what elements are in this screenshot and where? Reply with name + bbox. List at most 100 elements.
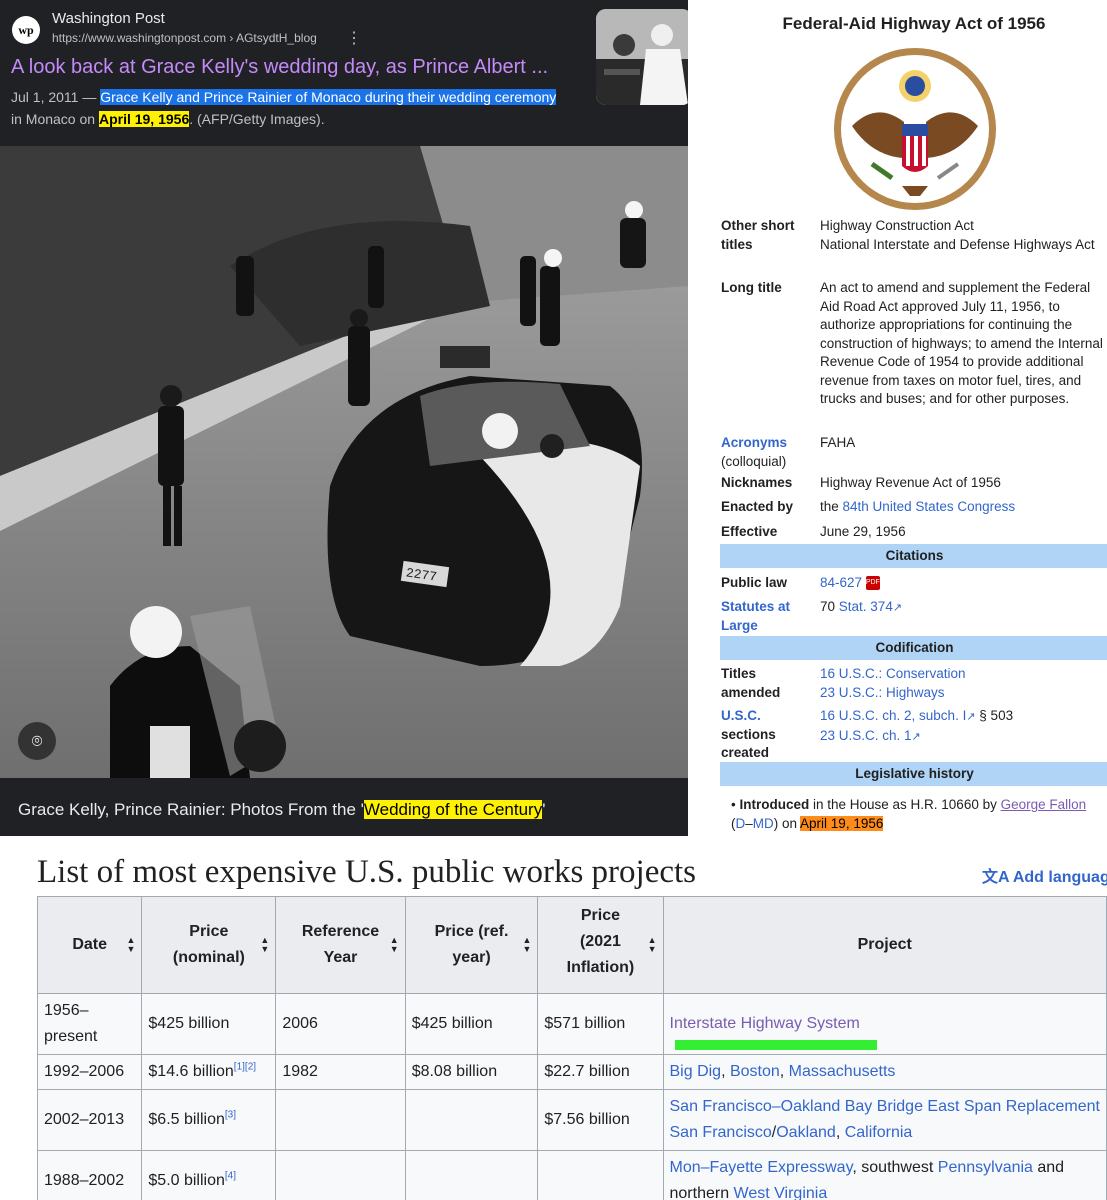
west-virginia-link[interactable]: West Virginia (734, 1185, 828, 1200)
add-languages-button[interactable]: 文A Add languages (982, 863, 1107, 887)
page-title: List of most expensive U.S. public works… (37, 854, 697, 890)
result-url[interactable]: https://www.washingtonpost.com › AGtsydt… (52, 31, 317, 45)
cell-price: $425 billion (141, 993, 277, 1055)
statutes-link[interactable]: Statutes at Large (721, 598, 813, 635)
infobox-title: Federal-Aid Highway Act of 1956 (782, 14, 1046, 33)
cell-price-2021 (537, 1150, 664, 1200)
cell-text: 1956– (44, 1002, 89, 1019)
sort-icon[interactable]: ▲ ▼ (126, 936, 135, 954)
cell-price: $5.0 billion[4] (141, 1150, 277, 1200)
california-link[interactable]: California (845, 1124, 913, 1141)
header-price-2021[interactable]: Price (2021 Inflation) ▲ ▼ (537, 896, 664, 994)
row-value: June 29, 1956 (820, 524, 906, 539)
boston-link[interactable]: Boston (730, 1063, 780, 1080)
photo-caption[interactable]: Grace Kelly, Prince Rainier: Photos From… (18, 800, 545, 820)
introduced-label: Introduced (739, 797, 810, 812)
massachusetts-link[interactable]: Massachusetts (789, 1063, 896, 1080)
result-thumbnail[interactable] (596, 9, 688, 105)
row-label: Titles amended (721, 666, 781, 700)
cell-year: 2006 (275, 993, 406, 1055)
legislative-history-item: • Introduced in the House as H.R. 10660 … (731, 796, 1101, 833)
cell-price-2021: $22.7 billion (537, 1054, 664, 1090)
washington-post-logo: wp (12, 16, 40, 44)
header-price-ref-year[interactable]: Price (ref. year) ▲ ▼ (404, 896, 539, 994)
sort-icon[interactable]: ▲ ▼ (390, 936, 399, 954)
cell-text: and (1032, 1159, 1065, 1176)
snippet-date: Jul 1, 2011 (11, 89, 79, 105)
cell-text: northern (669, 1185, 734, 1200)
big-dig-link[interactable]: Big Dig (670, 1063, 722, 1080)
header-price-nominal[interactable]: Price (nominal) ▲ ▼ (141, 896, 277, 994)
cell-project: Big Dig, Boston, Massachusetts (662, 1054, 1107, 1090)
usc-16-link[interactable]: 16 U.S.C.: Conservation (820, 665, 1107, 684)
header-project[interactable]: Project (662, 896, 1107, 994)
result-snippet: Jul 1, 2011 — Grace Kelly and Prince Rai… (11, 86, 591, 130)
external-link-icon: ↗ (966, 711, 976, 723)
header-label: Project (857, 936, 912, 953)
stat-link[interactable]: Stat. 374 (839, 599, 893, 614)
citations-header: Citations (720, 544, 1107, 568)
reference-link[interactable]: [4] (225, 1171, 236, 1182)
cell-price-2021: $7.56 billion (537, 1089, 664, 1151)
acronyms-link[interactable]: Acronyms (721, 435, 787, 450)
bay-bridge-link[interactable]: San Francisco–Oakland Bay Bridge East Sp… (670, 1098, 1100, 1115)
usc-23-link[interactable]: 23 U.S.C.: Highways (820, 684, 1107, 703)
row-value: 70 Stat. 374↗ (820, 598, 1107, 618)
cell-price-ref: $8.08 billion (404, 1054, 539, 1090)
sort-icon[interactable]: ▲ ▼ (648, 936, 657, 954)
snippet-text: in Monaco on (11, 111, 99, 127)
translate-icon: 文A (982, 869, 1013, 886)
san-francisco-link[interactable]: San Francisco (670, 1124, 772, 1141)
projects-table: Date ▲ ▼ Price (nominal) ▲ ▼ Reference Year ▲ ▼ … (36, 896, 1107, 1200)
cell-year (275, 1150, 406, 1200)
cell-text: $14.6 billion (148, 1063, 234, 1080)
header-date[interactable]: Date ▲ ▼ (36, 896, 143, 994)
state-link[interactable]: MD (753, 816, 774, 831)
table-row: 2002–2013 $6.5 billion[3] $7.56 billion … (36, 1089, 1107, 1151)
cell-price-2021: $571 billion (537, 993, 664, 1055)
history-text: in the House as H.R. 10660 by (809, 797, 1001, 812)
wedding-photo[interactable]: 2277 (0, 146, 688, 778)
header-label: Inflation) (566, 959, 635, 976)
header-label: Price (189, 923, 229, 940)
interstate-highway-link[interactable]: Interstate Highway System (670, 1015, 860, 1032)
pennsylvania-link[interactable]: Pennsylvania (938, 1159, 1033, 1176)
reference-link[interactable]: [3] (225, 1110, 236, 1121)
snippet-highlight: Grace Kelly and Prince Rainier of Monaco… (100, 89, 557, 105)
snippet-dash: — (78, 89, 101, 105)
sort-icon[interactable]: ▲ ▼ (260, 936, 269, 954)
usc-link[interactable]: U.S.C. (721, 708, 761, 723)
party-link[interactable]: D (736, 816, 746, 831)
header-label: (2021 (579, 933, 621, 950)
cell-date: 1988–2002 (36, 1150, 143, 1200)
george-fallon-link[interactable]: George Fallon (1001, 797, 1087, 812)
sort-icon[interactable]: ▲ ▼ (522, 936, 531, 954)
oakland-link[interactable]: Oakland (776, 1124, 836, 1141)
lens-search-icon[interactable]: ⌾ (18, 722, 56, 760)
great-seal-image[interactable] (832, 46, 998, 212)
result-title[interactable]: A look back at Grace Kelly's wedding day… (11, 56, 548, 79)
cell-price-ref: $425 billion (404, 993, 539, 1055)
header-label: year) (452, 949, 491, 966)
cell-text: $5.0 billion (148, 1172, 225, 1189)
usc-ch2-link[interactable]: 16 U.S.C. ch. 2, subch. I (820, 708, 966, 723)
row-label: Effective (721, 524, 778, 539)
usc-ch1-link[interactable]: 23 U.S.C. ch. 1 (820, 728, 912, 743)
more-options-icon[interactable]: ⋮ (346, 28, 362, 48)
public-law-link[interactable]: 84-627 (820, 575, 862, 590)
header-reference-year[interactable]: Reference Year ▲ ▼ (275, 896, 406, 994)
row-value: An act to amend and supplement the Feder… (820, 280, 1103, 406)
cell-price: $6.5 billion[3] (141, 1089, 277, 1151)
header-label: Date (72, 936, 108, 953)
congress-link[interactable]: 84th United States Congress (843, 499, 1016, 514)
add-languages-label: Add languages (1012, 869, 1107, 886)
reference-link[interactable]: [1][2] (234, 1062, 256, 1073)
value-pre: 70 (820, 599, 839, 614)
caption-highlight: Wedding of the Century (363, 800, 543, 819)
paren-close: ) on (773, 815, 801, 831)
cell-text: , southwest (852, 1159, 938, 1176)
row-label-rest: sections created (721, 726, 776, 761)
mon-fayette-link[interactable]: Mon–Fayette Expressway (670, 1159, 853, 1176)
infobox: Federal-Aid Highway Act of 1956 Other sh… (688, 0, 1107, 836)
site-name[interactable]: Washington Post (52, 10, 165, 27)
